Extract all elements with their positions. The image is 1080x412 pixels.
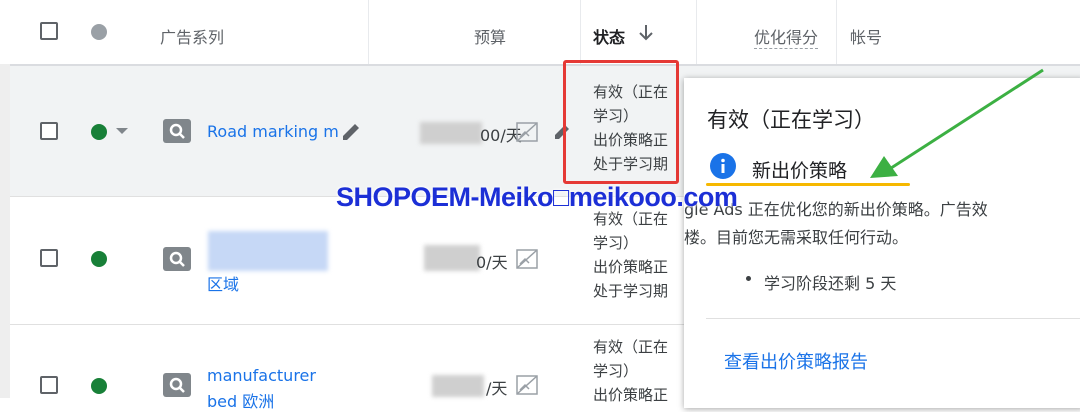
- budget-value: /天: [486, 379, 508, 398]
- status-dot-header: [91, 24, 107, 40]
- campaign-name-link[interactable]: 区域: [207, 271, 239, 295]
- table-header: 广告系列 预算 状态 优化得分 帐号: [0, 0, 1080, 66]
- row-checkbox[interactable]: [40, 249, 58, 267]
- learning-days-remaining: 学习阶段还剩 5 天: [764, 274, 897, 293]
- budget-report-icon[interactable]: [516, 122, 538, 142]
- blurred-budget-amount: [420, 122, 482, 144]
- column-divider: [368, 0, 369, 64]
- header-account[interactable]: 帐号: [850, 24, 882, 48]
- status-text: 有效（正在 学习） 出价策略正: [593, 335, 683, 407]
- status-line: 学习）: [593, 362, 639, 380]
- search-campaign-icon: [163, 247, 191, 271]
- header-budget[interactable]: 预算: [474, 24, 506, 48]
- popup-title: 有效（正在学习）: [707, 108, 875, 132]
- column-divider: [580, 0, 581, 64]
- budget-value: 0/天: [476, 253, 508, 272]
- green-annotation-arrow-icon: [870, 68, 1044, 178]
- bullet-dot: [746, 276, 751, 281]
- active-status-dot[interactable]: [91, 124, 107, 140]
- blurred-budget-amount: [424, 245, 480, 271]
- row-checkbox[interactable]: [40, 376, 58, 394]
- campaign-name-link-line2[interactable]: bed 欧洲: [207, 388, 274, 412]
- status-line: 学习）: [593, 234, 639, 252]
- chevron-down-icon[interactable]: [115, 126, 129, 136]
- popup-divider: [706, 318, 1080, 319]
- column-divider: [696, 0, 697, 64]
- status-line: 出价策略正: [593, 386, 669, 404]
- row-checkbox[interactable]: [40, 122, 58, 140]
- header-optimization[interactable]: 优化得分: [754, 24, 819, 49]
- status-line: 出价策略正: [593, 258, 669, 276]
- search-campaign-icon: [163, 119, 191, 143]
- info-heading: 新出价策略: [752, 160, 848, 182]
- left-gutter: [0, 64, 10, 398]
- active-status-dot[interactable]: [91, 251, 107, 267]
- active-status-dot[interactable]: [91, 378, 107, 394]
- info-icon: [710, 153, 736, 179]
- bid-strategy-report-link[interactable]: 查看出价策略报告: [724, 348, 868, 374]
- select-all-checkbox[interactable]: [40, 22, 58, 40]
- status-text: 有效（正在 学习） 出价策略正 处于学习期: [593, 207, 683, 303]
- blurred-budget-amount: [432, 375, 484, 397]
- header-status[interactable]: 状态: [593, 24, 625, 48]
- column-divider: [836, 0, 837, 64]
- watermark-text: SHOPOEM-Meiko□meikooo.com: [336, 182, 738, 212]
- campaign-name-link[interactable]: Road marking m: [207, 122, 339, 141]
- header-campaign[interactable]: 广告系列: [160, 24, 224, 48]
- edit-pencil-icon[interactable]: [340, 121, 362, 143]
- status-line: 处于学习期: [593, 282, 669, 300]
- sort-down-arrow-icon[interactable]: [638, 24, 654, 42]
- search-campaign-icon: [163, 373, 191, 397]
- budget-report-icon[interactable]: [516, 375, 538, 395]
- status-line: 有效（正在: [593, 338, 669, 356]
- popup-body-line2: 楼。目前您无需采取任何行动。: [684, 228, 909, 247]
- budget-report-icon[interactable]: [516, 249, 538, 269]
- status-highlight-box: [563, 60, 679, 184]
- blurred-campaign-name: [208, 231, 328, 271]
- campaign-name-link[interactable]: manufacturer: [207, 366, 316, 385]
